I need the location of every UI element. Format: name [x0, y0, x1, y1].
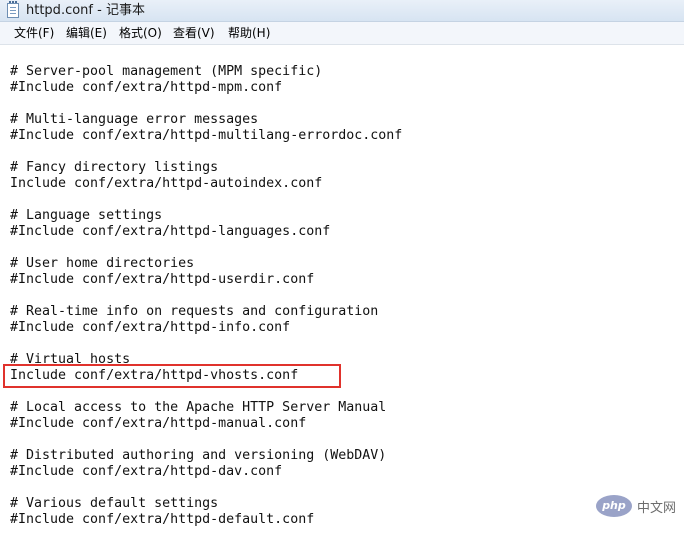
text-line: #Include conf/extra/httpd-multilang-erro…: [10, 128, 403, 143]
text-line: #Include conf/extra/httpd-dav.conf: [10, 464, 283, 479]
text-line: # Local access to the Apache HTTP Server…: [10, 400, 387, 415]
menu-format[interactable]: 格式(O): [117, 25, 164, 41]
menu-bar: 文件(F) 编辑(E) 格式(O) 查看(V) 帮助(H): [0, 22, 684, 45]
text-line: #Include conf/extra/httpd-mpm.conf: [10, 80, 283, 95]
text-editor[interactable]: # Server-pool management (MPM specific) …: [0, 45, 684, 539]
text-line: #Include conf/extra/httpd-languages.conf: [10, 224, 331, 239]
text-line: Include conf/extra/httpd-autoindex.conf: [10, 176, 323, 191]
menu-help[interactable]: 帮助(H): [226, 25, 272, 41]
menu-file[interactable]: 文件(F): [12, 25, 56, 41]
site-watermark: php 中文网: [595, 495, 676, 517]
text-line: # Language settings: [10, 208, 163, 223]
watermark-text: 中文网: [636, 500, 676, 516]
highlight-box: [3, 364, 341, 388]
text-line: # Real-time info on requests and configu…: [10, 304, 379, 319]
text-line: # User home directories: [10, 256, 195, 271]
php-logo: php: [595, 495, 632, 517]
window-title: httpd.conf - 记事本: [26, 3, 145, 18]
text-line: # Fancy directory listings: [10, 160, 219, 175]
text-line: #Include conf/extra/httpd-manual.conf: [10, 416, 307, 431]
title-bar[interactable]: httpd.conf - 记事本: [0, 0, 684, 22]
menu-edit[interactable]: 编辑(E): [64, 25, 109, 41]
menu-view[interactable]: 查看(V): [171, 25, 217, 41]
text-line: # Various default settings: [10, 496, 219, 511]
text-line: # Distributed authoring and versioning (…: [10, 448, 387, 463]
notepad-icon: [7, 1, 19, 18]
text-line: #Include conf/extra/httpd-userdir.conf: [10, 272, 315, 287]
text-line: # Multi-language error messages: [10, 112, 259, 127]
text-line: # Server-pool management (MPM specific): [10, 64, 323, 79]
notepad-window: httpd.conf - 记事本 文件(F) 编辑(E) 格式(O) 查看(V)…: [0, 0, 684, 539]
text-line: #Include conf/extra/httpd-info.conf: [10, 320, 291, 335]
text-line: #Include conf/extra/httpd-default.conf: [10, 512, 315, 527]
